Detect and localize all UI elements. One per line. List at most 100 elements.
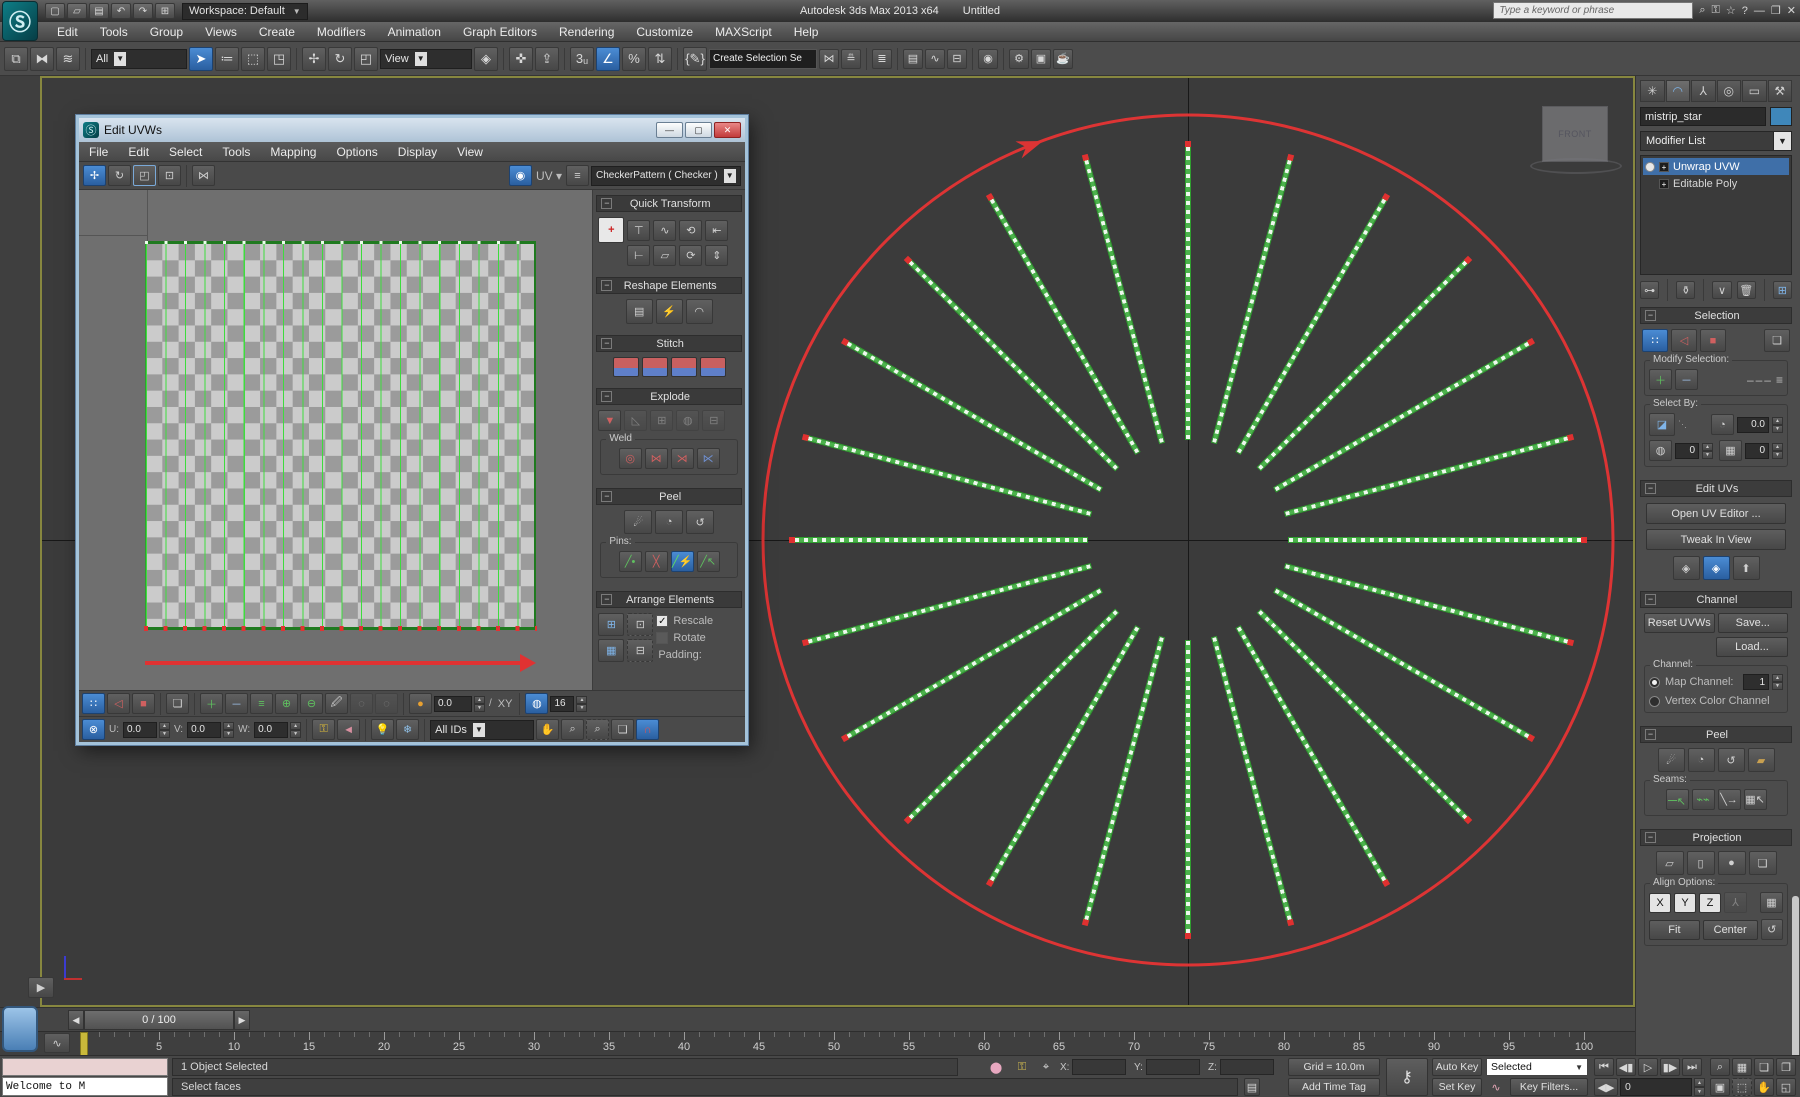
viewport-layout-icon[interactable]: ▣ [1710,1078,1730,1096]
workspace-dropdown[interactable]: Workspace: Default ▼ [182,3,308,20]
vertex-mode-icon[interactable]: ∷ [1642,329,1668,352]
layer-manager-icon[interactable]: ≣ [872,49,892,69]
new-scene-icon[interactable]: ▢ [45,3,65,19]
bind-to-space-warp-icon[interactable]: ≋ [56,47,80,71]
curve-editor-icon[interactable]: ∿ [925,49,945,69]
current-frame-field[interactable]: 0 [1620,1078,1692,1096]
select-and-scale-icon[interactable]: ◰ [354,47,378,71]
object-name-field[interactable]: mistrip_star [1640,107,1766,126]
absolute-typein-icon[interactable]: + [598,217,624,243]
select-and-link-icon[interactable]: ⧉ [4,47,28,71]
checker-pattern-dropdown[interactable]: CheckerPattern ( Checker ) ▼ [591,166,741,186]
minimize-icon[interactable]: — [1754,5,1765,17]
stitch-to-target-icon[interactable] [642,357,668,377]
uvw-menu-item-view[interactable]: View [447,145,493,159]
space-vertical-icon[interactable]: ⇕ [705,245,728,266]
align-horizontal-icon[interactable]: ⊤ [627,220,650,241]
select-element-icon[interactable]: ❏ [166,693,189,714]
exp-face-to-seam-icon[interactable]: ▦↖ [1744,789,1767,810]
time-slider-handle[interactable]: 0 / 100 [84,1010,234,1030]
space-horizontal-icon[interactable]: ⇤ [705,220,728,241]
explode-header[interactable]: −Explode [596,388,742,405]
3dsmax-logo-icon[interactable]: Ⓢ [2,1,38,41]
ring-shrink-icon[interactable]: ⊖ [300,693,323,714]
go-to-end-icon[interactable]: ⏭ [1682,1058,1702,1076]
save-button[interactable]: Save... [1718,613,1789,633]
panel-scrollbar[interactable] [1792,896,1799,1055]
v-value-field[interactable]: 0.0 [187,722,221,738]
zoom-all-icon[interactable]: ▦ [1732,1058,1752,1076]
mini-curve-editor-icon[interactable]: ∿ [44,1033,70,1053]
tab-create[interactable]: ✳ [1640,80,1665,102]
open-file-icon[interactable]: ▱ [67,3,87,19]
pan-icon[interactable]: ✋ [536,719,559,740]
expand-icon[interactable]: + [1659,179,1669,189]
flatten-by-smoothing-icon[interactable]: ▼ [598,410,621,431]
viewcube[interactable]: FRONT [1542,106,1608,162]
selection-header[interactable]: −Selection [1640,307,1792,324]
cylindrical-map-icon[interactable]: ▯ [1687,851,1715,875]
weld-selected-icon[interactable]: ⋈ [645,448,668,469]
subscription-icon[interactable]: ⚿ [1712,4,1720,17]
smoothing-spinner[interactable]: ▲▼ [1702,443,1713,459]
break-icon[interactable]: ⋉ [697,448,720,469]
menu-item-tools[interactable]: Tools [89,25,139,39]
make-unique-icon[interactable]: ∨ [1712,281,1731,299]
grow-selection-icon[interactable]: ＋ [1649,369,1672,390]
linear-align-icon[interactable]: ▱ [653,245,676,266]
lock-selection-icon[interactable]: ⚿ [312,719,335,740]
window-crossing-icon[interactable]: ◳ [267,47,291,71]
soft-selection-falloff-icon[interactable]: ● [409,693,432,714]
falloff-value-field[interactable]: 0.0 [434,696,472,712]
zoom-icon[interactable]: ⌕ [561,719,584,740]
align-angle-icon[interactable]: ∿ [653,220,676,241]
relax-until-flat-icon[interactable]: ▤ [626,299,653,324]
smoothing-group-field[interactable]: 0 [1675,443,1699,459]
fit-button[interactable]: Fit [1649,920,1700,940]
uvw-menu-item-options[interactable]: Options [326,145,387,159]
shaded-seams-icon[interactable]: ◈ [1703,556,1730,580]
ring-icon[interactable]: ≡ [1776,373,1783,387]
map-channel-field[interactable]: 1 [1743,674,1769,690]
w-spinner[interactable]: ▲▼ [290,722,301,738]
tab-motion[interactable]: ◎ [1717,80,1742,102]
orbit-maximize-icon[interactable]: ◱ [1776,1078,1796,1096]
reference-coordinate-dropdown[interactable]: View ▼ [380,49,472,69]
peel-mode-icon[interactable]: ◔ [1688,748,1715,772]
flatten-by-angle-icon[interactable]: ◺ [624,410,647,431]
target-weld-icon[interactable]: ◎ [619,448,642,469]
stitch-to-average-icon[interactable] [700,357,726,377]
snap-toggle-icon[interactable]: ∩ [636,719,659,740]
edge-subobject-icon[interactable]: ◁ [107,693,130,714]
keyboard-shortcut-override-icon[interactable]: ⇪ [535,47,559,71]
align-vertical-icon[interactable]: ⊢ [627,245,650,266]
menu-item-modifiers[interactable]: Modifiers [306,25,377,39]
close-icon[interactable]: ✕ [1787,4,1796,17]
uv-checker-layout[interactable] [145,241,536,630]
play-animation-icon[interactable]: ▷ [1638,1058,1658,1076]
uvw-menu-item-display[interactable]: Display [388,145,447,159]
select-and-move-icon[interactable]: ✢ [302,47,326,71]
pack-normalize-icon[interactable]: ⊞ [598,613,624,636]
default-in-out-tangents-icon[interactable]: ∿ [1486,1078,1506,1096]
face-subobject-icon[interactable]: ■ [132,693,155,714]
redo-icon[interactable]: ↷ [133,3,153,19]
load-button[interactable]: Load... [1716,637,1788,657]
angle-snap-toggle-icon[interactable]: ∠ [596,47,620,71]
menu-item-rendering[interactable]: Rendering [548,25,625,39]
u-spinner[interactable]: ▲▼ [159,722,170,738]
edge-limit-spinner[interactable]: ▲▼ [576,696,587,712]
loop-grow-icon[interactable]: ≡ [250,693,273,714]
mirror-tool-icon[interactable]: ⋈ [192,165,215,186]
modifier-stack[interactable]: +Unwrap UVW+Editable Poly [1640,155,1792,275]
edit-uvs-header[interactable]: −Edit UVs [1640,480,1792,497]
flatten-by-element-icon[interactable]: ◍ [676,410,699,431]
menu-item-views[interactable]: Views [194,25,248,39]
graphite-ribbon-icon[interactable]: ▤ [903,49,923,69]
pack-together-icon[interactable]: ▦ [598,639,624,662]
favorites-icon[interactable]: ☆ [1726,4,1736,17]
projection-header[interactable]: −Projection [1640,829,1792,846]
menu-item-create[interactable]: Create [248,25,306,39]
align-z-button[interactable]: Z [1699,893,1721,913]
show-end-result-icon[interactable]: ⚱ [1676,281,1695,299]
